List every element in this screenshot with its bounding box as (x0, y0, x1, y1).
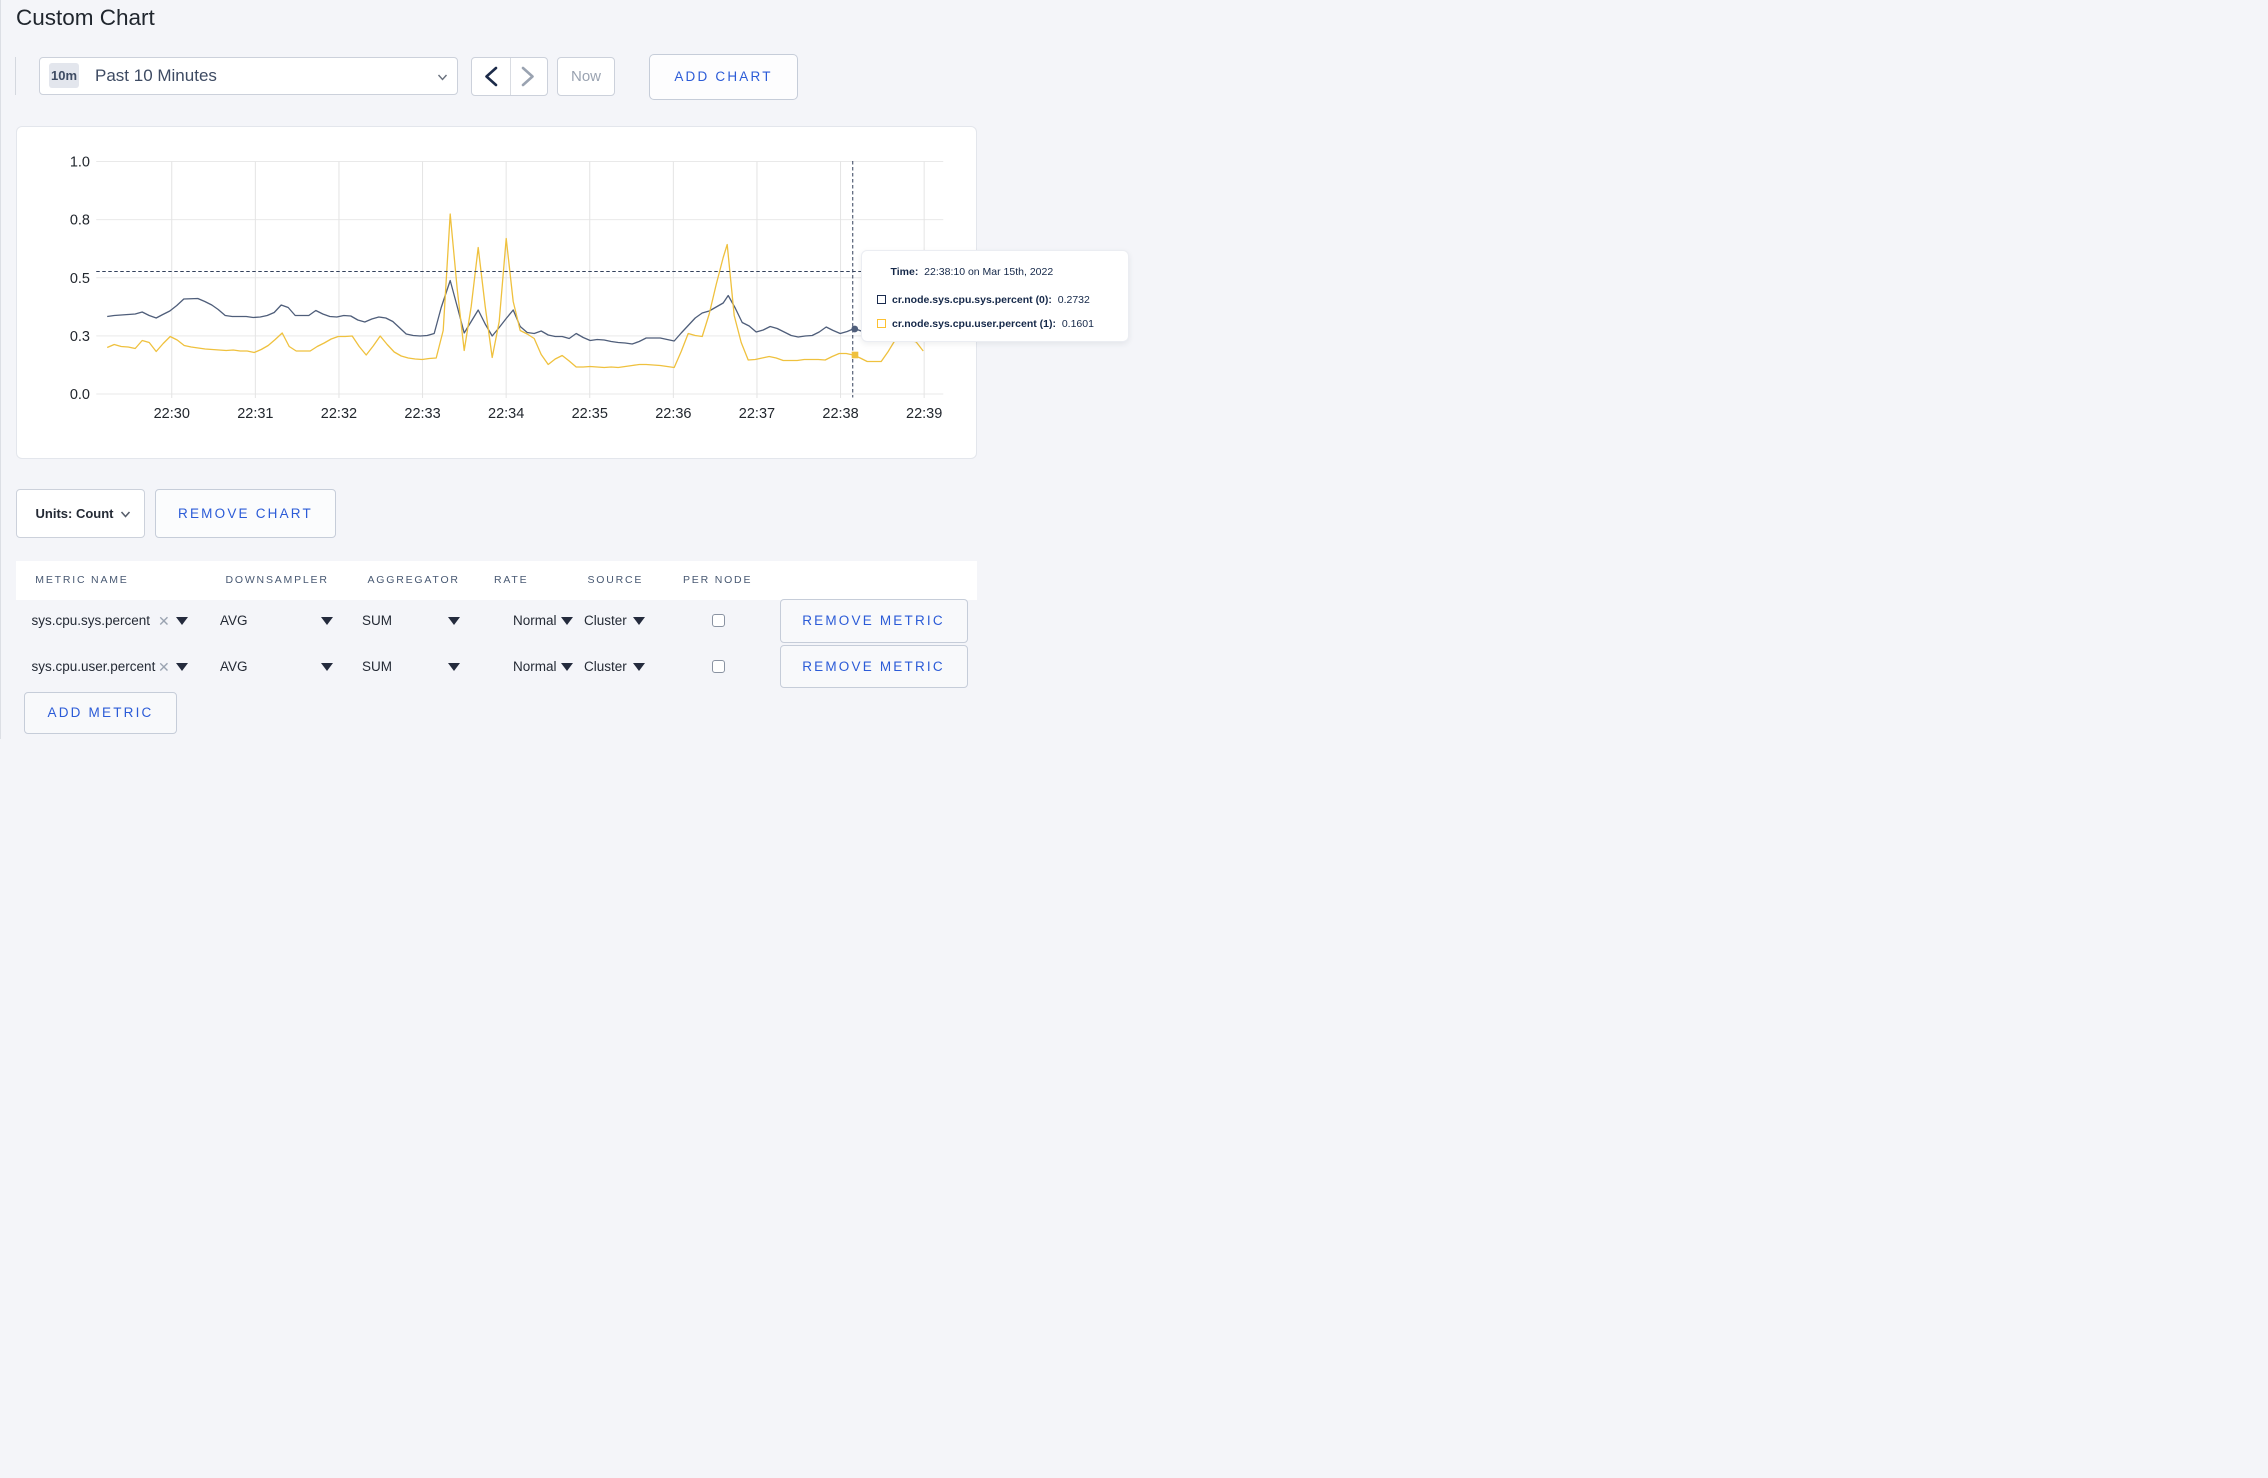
svg-text:22:35: 22:35 (571, 406, 607, 422)
svg-text:22:38: 22:38 (822, 406, 858, 422)
svg-text:22:39: 22:39 (906, 406, 942, 422)
svg-text:22:36: 22:36 (655, 406, 691, 422)
svg-text:22:31: 22:31 (237, 406, 273, 422)
svg-text:0.0: 0.0 (69, 387, 89, 403)
svg-text:0.3: 0.3 (69, 328, 89, 344)
svg-text:22:33: 22:33 (404, 406, 440, 422)
svg-text:22:34: 22:34 (488, 406, 524, 422)
svg-text:1.0: 1.0 (69, 154, 89, 170)
svg-text:0.8: 0.8 (69, 212, 89, 228)
svg-text:22:37: 22:37 (738, 406, 774, 422)
svg-text:0.5: 0.5 (69, 270, 89, 286)
svg-text:22:30: 22:30 (153, 406, 189, 422)
svg-text:22:32: 22:32 (320, 406, 356, 422)
